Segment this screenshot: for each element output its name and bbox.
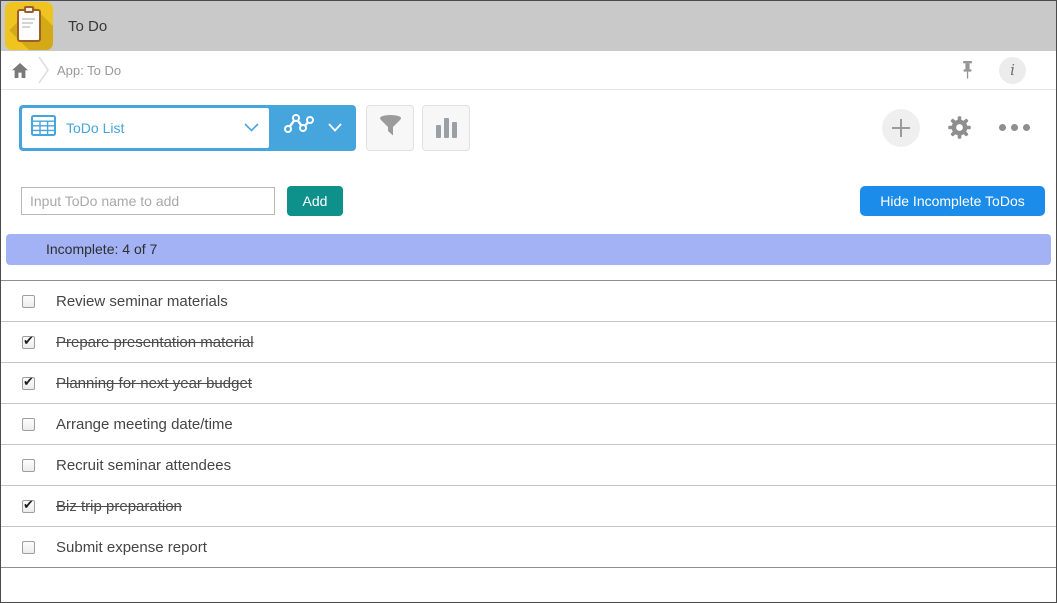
footer-space bbox=[1, 568, 1056, 602]
unchecked-checkbox-icon[interactable] bbox=[22, 418, 35, 431]
home-icon[interactable] bbox=[11, 62, 29, 79]
unchecked-checkbox-icon[interactable] bbox=[22, 295, 35, 308]
todo-label: Recruit seminar attendees bbox=[56, 457, 231, 474]
line-chart-icon bbox=[283, 112, 315, 143]
bar-chart-icon bbox=[436, 118, 457, 138]
graph-button[interactable] bbox=[422, 105, 470, 151]
todo-label: Review seminar materials bbox=[56, 293, 228, 310]
todo-name-input[interactable] bbox=[21, 187, 275, 215]
todo-row: Arrange meeting date/time bbox=[1, 404, 1056, 445]
breadcrumb: App: To Do i bbox=[1, 51, 1056, 90]
checked-checkbox-icon[interactable] bbox=[22, 336, 35, 349]
pin-icon[interactable] bbox=[960, 60, 975, 80]
clipboard-clip bbox=[24, 6, 34, 13]
todo-label: Submit expense report bbox=[56, 539, 207, 556]
chart-view-dropdown[interactable] bbox=[269, 105, 356, 151]
todo-label: Biz trip preparation bbox=[56, 498, 182, 515]
todo-row: Review seminar materials bbox=[1, 281, 1056, 322]
checked-checkbox-icon[interactable] bbox=[22, 377, 35, 390]
view-selector-current[interactable]: ToDo List bbox=[22, 108, 269, 148]
todo-row: Submit expense report bbox=[1, 527, 1056, 568]
table-icon bbox=[31, 115, 56, 141]
todo-row: Prepare presentation material bbox=[1, 322, 1056, 363]
chevron-down-icon bbox=[244, 119, 259, 137]
add-todo-bar: Add Hide Incomplete ToDos bbox=[1, 165, 1056, 216]
info-icon[interactable]: i bbox=[999, 57, 1026, 84]
todo-row: Recruit seminar attendees bbox=[1, 445, 1056, 486]
clipboard-app-icon bbox=[5, 2, 53, 50]
chevron-right-icon bbox=[38, 56, 49, 84]
unchecked-checkbox-icon[interactable] bbox=[22, 459, 35, 472]
breadcrumb-actions: i bbox=[960, 57, 1056, 84]
checked-checkbox-icon[interactable] bbox=[22, 500, 35, 513]
breadcrumb-app-link[interactable]: App: To Do bbox=[57, 63, 121, 78]
clipboard-icon bbox=[17, 9, 41, 42]
todo-label: Prepare presentation material bbox=[56, 334, 254, 351]
view-selector-label: ToDo List bbox=[66, 120, 234, 136]
view-toolbar: ToDo List bbox=[1, 90, 1056, 165]
add-record-icon[interactable] bbox=[882, 109, 920, 147]
status-banner-text: Incomplete: 4 of 7 bbox=[46, 241, 157, 257]
chevron-down-icon bbox=[328, 119, 342, 137]
view-selector[interactable]: ToDo List bbox=[19, 105, 356, 151]
todo-list: Review seminar materials Prepare presenta… bbox=[1, 280, 1056, 568]
status-banner: Incomplete: 4 of 7 bbox=[6, 234, 1051, 265]
ellipsis-icon[interactable] bbox=[999, 124, 1030, 131]
hide-incomplete-button[interactable]: Hide Incomplete ToDos bbox=[860, 186, 1045, 216]
todo-row: Planning for next year budget bbox=[1, 363, 1056, 404]
add-button[interactable]: Add bbox=[287, 186, 343, 216]
app-window: To Do App: To Do i bbox=[0, 0, 1057, 603]
funnel-icon bbox=[377, 114, 404, 141]
gear-icon[interactable] bbox=[946, 114, 973, 141]
todo-label: Planning for next year budget bbox=[56, 375, 252, 392]
todo-row: Biz trip preparation bbox=[1, 486, 1056, 527]
unchecked-checkbox-icon[interactable] bbox=[22, 541, 35, 554]
app-header: To Do bbox=[1, 1, 1056, 51]
page-title: To Do bbox=[68, 18, 107, 35]
toolbar-actions bbox=[882, 109, 1056, 147]
todo-label: Arrange meeting date/time bbox=[56, 416, 233, 433]
filter-button[interactable] bbox=[366, 105, 414, 151]
